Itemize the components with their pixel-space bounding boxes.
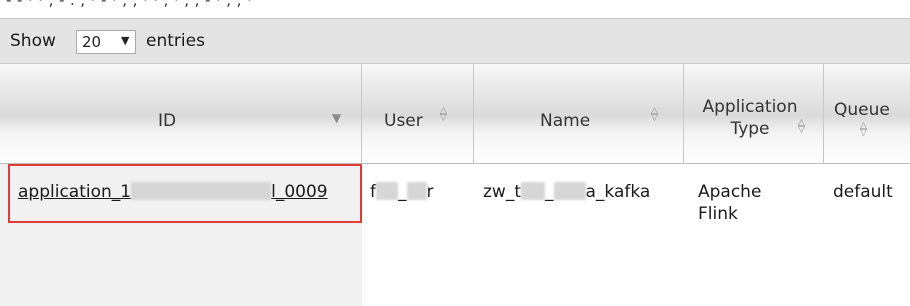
sort-both-icon: △ ▽ [860, 121, 867, 138]
queue-cell: default [833, 182, 893, 202]
page-size-value: 20 [82, 33, 102, 51]
user-cell: f _ r [370, 181, 434, 203]
column-label: Application Type [702, 97, 798, 139]
sort-both-icon: △ ▽ [440, 106, 447, 123]
redacted-text [521, 182, 545, 200]
sort-both-icon: △ ▽ [798, 118, 805, 135]
sort-desc-icon: ▼ [332, 111, 342, 125]
redacted-text [553, 182, 586, 200]
name-suffix: a_kafka [585, 182, 651, 202]
user-mid: _ [398, 182, 407, 202]
column-header-id[interactable]: ID ▼ [0, 64, 362, 164]
column-header-application-type[interactable]: Application Type △ ▽ [684, 64, 824, 164]
highlight-box [8, 164, 362, 223]
entries-label: entries [146, 31, 205, 51]
redacted-text [406, 182, 427, 200]
column-label: Name [540, 111, 591, 131]
name-prefix: zw_t [483, 182, 521, 202]
column-label: ID [158, 111, 177, 131]
application-type-cell: Apache Flink [698, 182, 762, 224]
show-label: Show [10, 31, 56, 51]
page-size-select[interactable]: 20 ▼ [76, 30, 136, 54]
name-cell: zw_t _ a_kafka [483, 181, 650, 203]
column-header-queue[interactable]: Queue △ ▽ [824, 64, 910, 164]
user-suffix: r [426, 182, 434, 202]
column-header-user[interactable]: User △ ▽ [362, 64, 474, 164]
dropdown-caret-icon: ▼ [121, 34, 130, 47]
truncated-top-text: - - · · , - . , · - · , , · · , · , , - … [0, 0, 910, 16]
redacted-text [376, 182, 398, 200]
column-label: Queue [834, 100, 890, 120]
sort-both-icon: △ ▽ [651, 106, 658, 123]
column-header-name[interactable]: Name △ ▽ [474, 64, 684, 164]
top-strip-text: - - · · , - . , · - · , , · · , · , , - … [6, 0, 253, 9]
table-header: ID ▼ User △ ▽ Name △ ▽ Application Type △ ▽… [0, 64, 910, 164]
table-toolbar: Show 20 ▼ entries [0, 18, 910, 64]
column-label: User [384, 111, 423, 131]
name-mid: _ [545, 182, 554, 202]
